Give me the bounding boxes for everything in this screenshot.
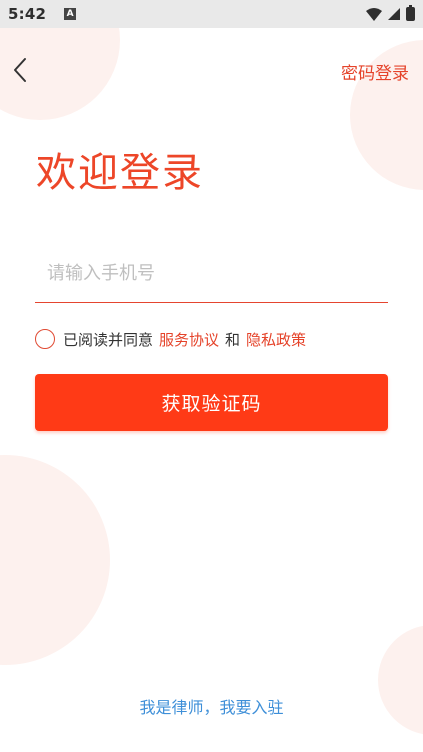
service-agreement-link[interactable]: 服务协议 [159,329,219,350]
phone-number-input[interactable] [35,245,388,303]
password-login-link[interactable]: 密码登录 [341,59,409,84]
decorative-circle [0,455,110,665]
signal-icon [388,8,400,20]
page-title: 欢迎登录 [36,150,204,196]
lawyer-join-link[interactable]: 我是律师，我要入驻 [0,694,423,718]
agreement-prefix-text: 已阅读并同意 [63,330,154,349]
agreement-checkbox[interactable] [35,329,55,349]
get-verification-code-button[interactable]: 获取验证码 [35,374,388,431]
wifi-icon [366,7,382,21]
decorative-circle [378,625,423,735]
login-screen: 5:42 A 密码登录 欢迎登录 已阅读并同意 服务协议 和 隐私政策 获取验证… [0,0,423,752]
status-bar: 5:42 A [0,0,423,28]
notification-badge-icon: A [64,8,77,20]
chevron-left-icon [14,58,26,82]
status-icons [366,5,415,21]
agreement-row: 已阅读并同意 服务协议 和 隐私政策 [35,328,306,350]
back-button[interactable] [10,55,34,85]
privacy-policy-link[interactable]: 隐私政策 [246,329,306,350]
battery-icon [406,5,415,21]
agreement-conjunction: 和 [225,330,241,349]
status-time: 5:42 [8,5,47,23]
